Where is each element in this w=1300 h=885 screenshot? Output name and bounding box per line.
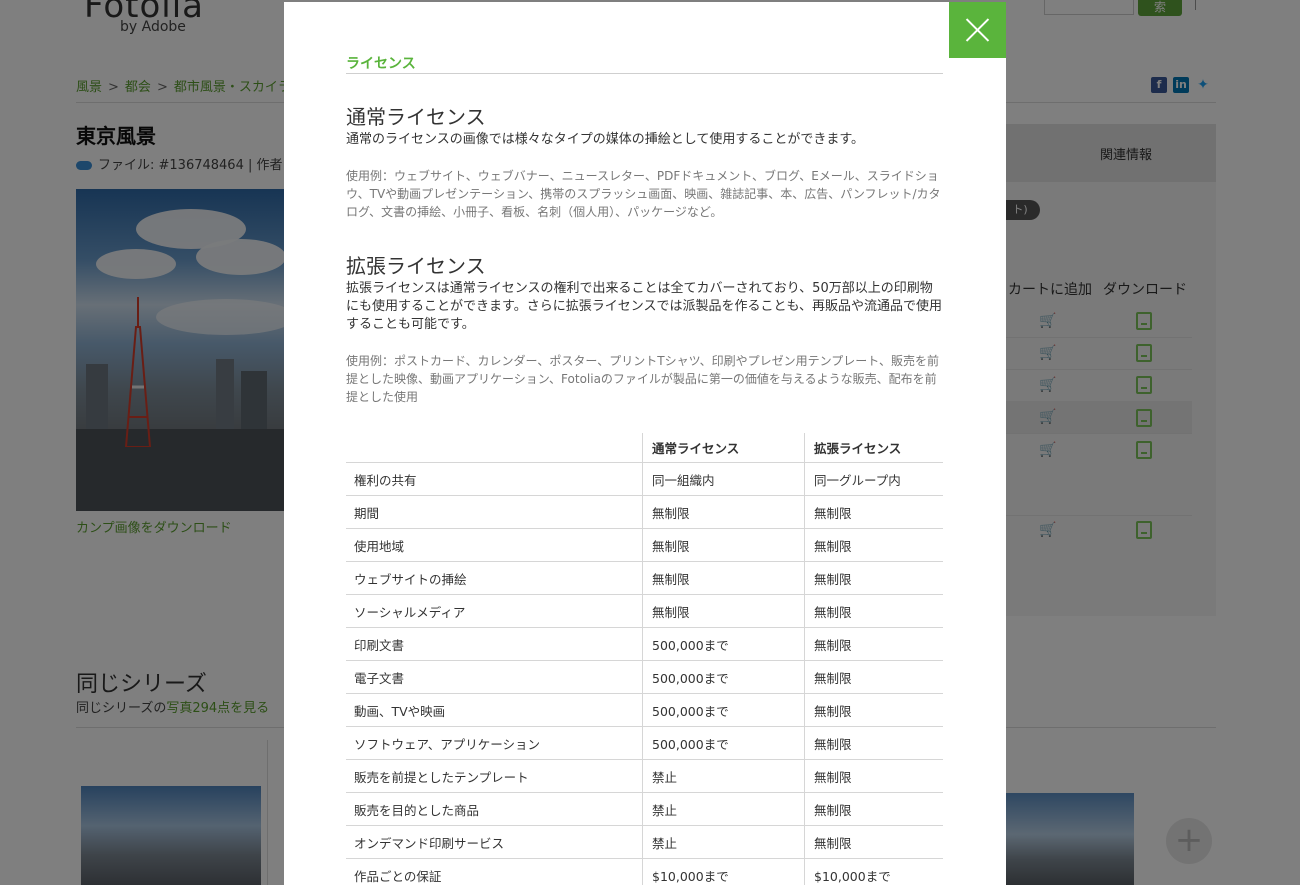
license-comparison-table: 通常ライセンス 拡張ライセンス 権利の共有 同一組織内 同一グループ内 期間 無制限無… (346, 433, 943, 885)
table-row: 期間 無制限 無制限 (346, 495, 943, 529)
table-cell: 印刷文書 (346, 627, 643, 661)
table-row: ソーシャルメディア 無制限 無制限 (346, 594, 943, 628)
table-cell: ウェブサイトの挿絵 (346, 561, 643, 595)
table-cell: 電子文書 (346, 660, 643, 694)
table-cell: 無制限 (642, 528, 805, 562)
standard-license-heading: 通常ライセンス (346, 105, 486, 129)
table-cell: 動画、TVや映画 (346, 693, 643, 727)
table-cell: 期間 (346, 495, 643, 529)
table-row: ウェブサイトの挿絵 無制限 無制限 (346, 561, 943, 595)
table-cell: 500,000まで (642, 627, 805, 661)
table-cell: 禁止 (642, 825, 805, 859)
table-cell: 無制限 (642, 495, 805, 529)
table-row: 印刷文書 500,000まで 無制限 (346, 627, 943, 661)
table-cell: 販売を目的とした商品 (346, 792, 643, 826)
extended-license-examples: 使用例：ポストカード、カレンダー、ポスター、プリントTシャツ、印刷やプレゼン用テ… (346, 354, 940, 404)
table-cell: 無制限 (804, 759, 943, 793)
section-label: ライセンス (346, 56, 416, 72)
table-cell: 500,000まで (642, 726, 805, 760)
table-cell: 無制限 (804, 792, 943, 826)
standard-license-examples: 使用例：ウェブサイト、ウェブバナー、ニュースレター、PDFドキュメント、ブログ、… (346, 169, 941, 219)
table-row: 作品ごとの保証 $10,000まで $10,000まで (346, 858, 943, 885)
table-row: 権利の共有 同一組織内 同一グループ内 (346, 462, 943, 496)
table-cell: 販売を前提としたテンプレート (346, 759, 643, 793)
table-row: 販売を目的とした商品 禁止 無制限 (346, 792, 943, 826)
table-cell: 無制限 (642, 561, 805, 595)
table-cell: $10,000まで (804, 858, 943, 885)
table-cell: 権利の共有 (346, 462, 643, 496)
table-cell: オンデマンド印刷サービス (346, 825, 643, 859)
table-header-row: 通常ライセンス 拡張ライセンス (346, 433, 943, 463)
table-cell: 同一組織内 (642, 462, 805, 496)
table-cell: 無制限 (804, 528, 943, 562)
table-cell: 無制限 (804, 627, 943, 661)
table-cell: $10,000まで (642, 858, 805, 885)
table-row: 電子文書 500,000まで 無制限 (346, 660, 943, 694)
table-cell: 無制限 (804, 495, 943, 529)
table-header (346, 433, 643, 463)
table-cell: 無制限 (804, 693, 943, 727)
table-row: 使用地域 無制限 無制限 (346, 528, 943, 562)
table-cell: 使用地域 (346, 528, 643, 562)
table-row: 販売を前提としたテンプレート 禁止 無制限 (346, 759, 943, 793)
table-cell: 作品ごとの保証 (346, 858, 643, 885)
table-cell: 無制限 (804, 561, 943, 595)
license-modal: ライセンス 通常ライセンス 通常のライセンスの画像では様々なタイプの媒体の挿絵と… (284, 2, 1006, 885)
table-cell: 無制限 (804, 660, 943, 694)
table-cell: 無制限 (642, 594, 805, 628)
extended-license-heading: 拡張ライセンス (346, 254, 486, 278)
close-icon[interactable] (949, 2, 1006, 58)
table-cell: 500,000まで (642, 660, 805, 694)
table-cell: 禁止 (642, 759, 805, 793)
table-header: 通常ライセンス (642, 433, 805, 463)
table-cell: 同一グループ内 (804, 462, 943, 496)
table-cell: ソフトウェア、アプリケーション (346, 726, 643, 760)
table-row: 動画、TVや映画 500,000まで 無制限 (346, 693, 943, 727)
table-cell: 500,000まで (642, 693, 805, 727)
table-header: 拡張ライセンス (804, 433, 943, 463)
standard-license-description: 通常のライセンスの画像では様々なタイプの媒体の挿絵として使用することができます。 (346, 132, 865, 147)
table-cell: 無制限 (804, 825, 943, 859)
table-row: ソフトウェア、アプリケーション 500,000まで 無制限 (346, 726, 943, 760)
table-cell: 無制限 (804, 594, 943, 628)
table-cell: 禁止 (642, 792, 805, 826)
extended-license-description: 拡張ライセンスは通常ライセンスの権利で出来ることは全てカバーされており、50万部… (346, 281, 943, 332)
table-cell: 無制限 (804, 726, 943, 760)
table-cell: ソーシャルメディア (346, 594, 643, 628)
table-row: オンデマンド印刷サービス 禁止 無制限 (346, 825, 943, 859)
divider (346, 73, 943, 74)
